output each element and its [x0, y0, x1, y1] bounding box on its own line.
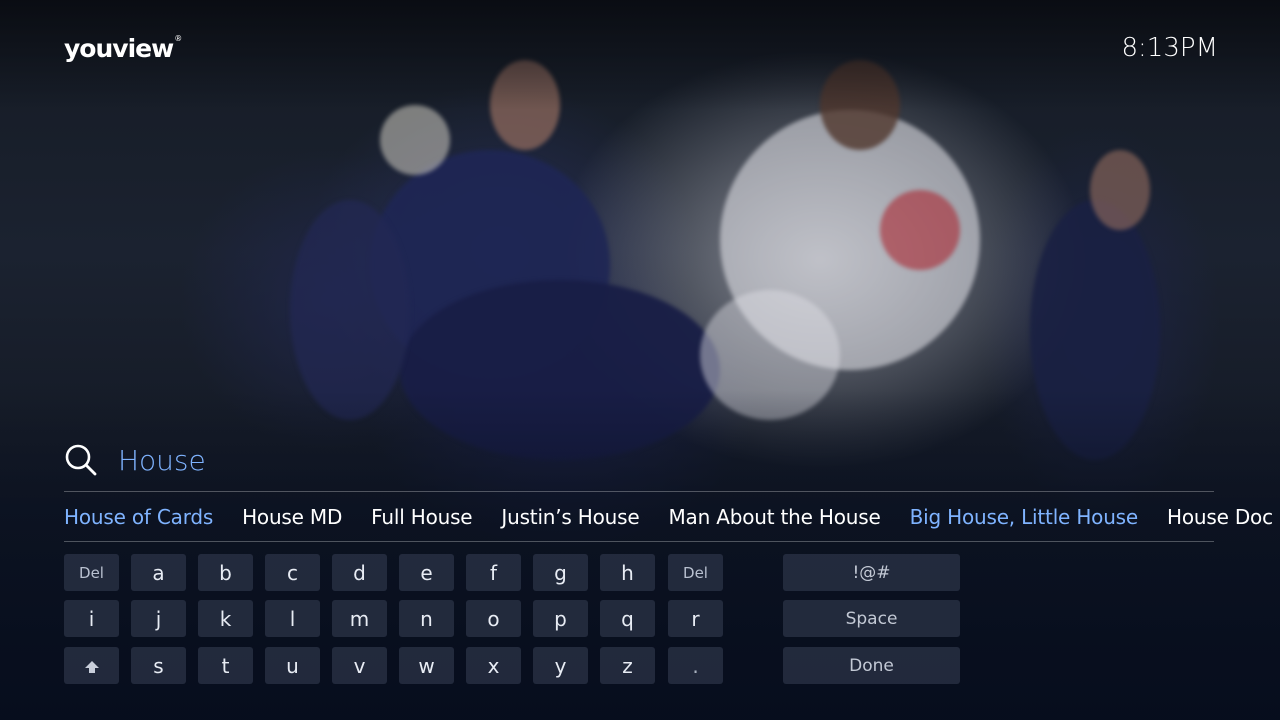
key-j[interactable]: j	[131, 600, 186, 637]
key-g[interactable]: g	[533, 554, 588, 591]
result-item[interactable]: House Doc	[1167, 500, 1273, 540]
key-o[interactable]: o	[466, 600, 521, 637]
key-shift[interactable]	[64, 647, 119, 684]
key-q[interactable]: q	[600, 600, 655, 637]
search-query[interactable]: House	[118, 444, 206, 477]
key-symbols[interactable]: !@#	[783, 554, 960, 591]
key-p[interactable]: p	[533, 600, 588, 637]
key-s[interactable]: s	[131, 647, 186, 684]
key-a[interactable]: a	[131, 554, 186, 591]
search-bar[interactable]: House	[64, 440, 206, 480]
key-period[interactable]: .	[668, 647, 723, 684]
key-f[interactable]: f	[466, 554, 521, 591]
shift-arrow-icon	[84, 654, 99, 678]
result-item[interactable]: Full House	[371, 500, 472, 540]
key-d[interactable]: d	[332, 554, 387, 591]
result-item[interactable]: House of Cards	[64, 500, 213, 540]
divider-bottom	[64, 541, 1214, 542]
key-e[interactable]: e	[399, 554, 454, 591]
youview-logo: youview®	[64, 34, 182, 63]
key-x[interactable]: x	[466, 647, 521, 684]
key-b[interactable]: b	[198, 554, 253, 591]
key-i[interactable]: i	[64, 600, 119, 637]
key-l[interactable]: l	[265, 600, 320, 637]
key-c[interactable]: c	[265, 554, 320, 591]
key-h[interactable]: h	[600, 554, 655, 591]
key-r[interactable]: r	[668, 600, 723, 637]
key-n[interactable]: n	[399, 600, 454, 637]
top-gradient	[0, 0, 1280, 110]
results-list: House of Cards House MD Full House Justi…	[64, 500, 1280, 540]
key-delete[interactable]: Del	[64, 554, 119, 591]
key-m[interactable]: m	[332, 600, 387, 637]
key-u[interactable]: u	[265, 647, 320, 684]
key-delete[interactable]: Del	[668, 554, 723, 591]
key-w[interactable]: w	[399, 647, 454, 684]
key-z[interactable]: z	[600, 647, 655, 684]
result-item[interactable]: House MD	[242, 500, 342, 540]
clock: 8:13PM	[1121, 33, 1219, 63]
key-v[interactable]: v	[332, 647, 387, 684]
key-done[interactable]: Done	[783, 647, 960, 684]
key-k[interactable]: k	[198, 600, 253, 637]
result-item[interactable]: Justin’s House	[501, 500, 639, 540]
result-item[interactable]: Man About the House	[669, 500, 881, 540]
key-y[interactable]: y	[533, 647, 588, 684]
search-icon	[64, 443, 98, 477]
divider-top	[64, 491, 1214, 492]
key-space[interactable]: Space	[783, 600, 960, 637]
key-t[interactable]: t	[198, 647, 253, 684]
result-item[interactable]: Big House, Little House	[910, 500, 1139, 540]
